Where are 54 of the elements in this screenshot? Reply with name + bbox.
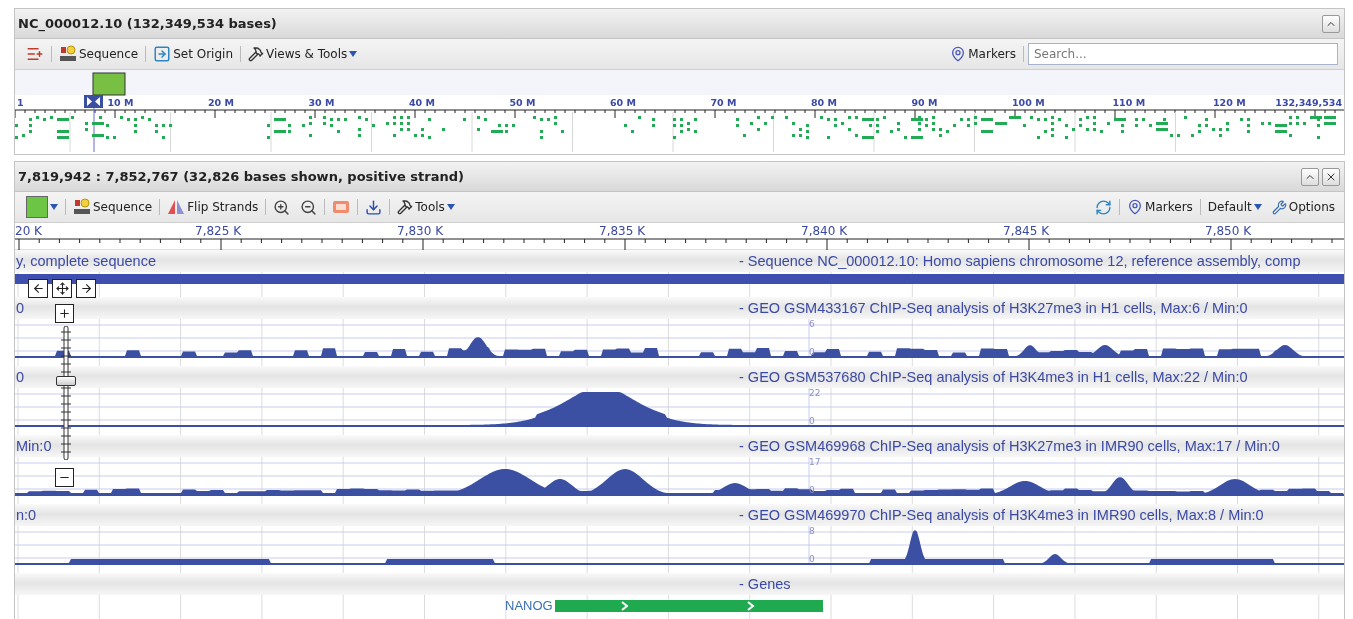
ruler-label: 10 M: [107, 97, 134, 108]
track-label: y, complete sequence: [16, 253, 156, 269]
tools-button[interactable]: Views & Tools: [245, 44, 361, 64]
track-title: - GEO GSM469968 ChIP-Seq analysis of H3K27me3 in IMR90 cells, Max:17 / Min:0: [739, 438, 1280, 454]
track-label: 0: [16, 369, 25, 385]
ruler-label: 100 M: [1012, 97, 1045, 108]
track-label: 0: [16, 300, 25, 316]
ruler-label: 70 M: [710, 97, 737, 108]
track-label: n:0: [16, 507, 37, 523]
axis-max-label: 17: [809, 457, 821, 467]
ruler-label: 30 M: [308, 97, 335, 108]
flip-button[interactable]: Flip Strands: [164, 197, 262, 217]
ruler-label: 7,845 K: [1003, 224, 1050, 238]
ruler-label: 7,840 K: [801, 224, 848, 238]
ruler-label: 60 M: [610, 97, 636, 108]
sequence-button[interactable]: Sequence: [56, 43, 142, 65]
axis-min-label: 0: [809, 554, 815, 564]
track-title: - Genes: [739, 576, 791, 592]
preset-button[interactable]: Default: [1204, 198, 1265, 216]
ruler-label: 7,825 K: [195, 224, 242, 238]
ruler-label: 90 M: [911, 97, 938, 108]
ruler-label: 80 M: [811, 97, 837, 108]
track-title: - GEO GSM469970 ChIP-Seq analysis of H3K4me3 in IMR90 cells, Max:8 / Min:0: [739, 507, 1264, 523]
search-field[interactable]: Search...: [1028, 43, 1338, 65]
axis-max-label: 6: [809, 319, 815, 329]
ruler-label: 20 M: [208, 97, 234, 108]
track-title: - Sequence NC_000012.10: Homo sapiens chromosome 12, reference assembly, comp: [739, 253, 1301, 269]
ruler-label: 7,835 K: [599, 224, 646, 238]
ruler-label: 7,830 K: [397, 224, 444, 238]
gene-name: NANOG: [505, 598, 553, 613]
ruler-label: 7,850 K: [1205, 224, 1252, 238]
markers-button[interactable]: Markers: [1124, 197, 1196, 217]
markers-button[interactable]: Markers: [947, 44, 1019, 64]
ruler-label: 110 M: [1112, 97, 1146, 108]
axis-min-label: 0: [809, 416, 815, 426]
ruler-label: 20 K: [15, 224, 42, 238]
origin-button[interactable]: Set Origin: [150, 43, 236, 65]
axis-max-label: 8: [809, 526, 815, 536]
axis-min-label: 0: [809, 485, 815, 495]
axis-max-label: 22: [809, 388, 821, 398]
ruler-label: 1: [17, 97, 24, 108]
axis-min-label: 0: [809, 347, 815, 357]
track-title: - GEO GSM537680 ChIP-Seq analysis of H3K4me3 in H1 cells, Max:22 / Min:0: [739, 369, 1248, 385]
view-range-title: 7,819,942 : 7,852,767 (32,826 bases shown, positive strand): [18, 169, 464, 184]
sequence-button[interactable]: Sequence: [70, 196, 156, 218]
ruler-label: 40 M: [409, 97, 435, 108]
ruler-label: 50 M: [509, 97, 536, 108]
track-title: - GEO GSM433167 ChIP-Seq analysis of H3K27me3 in H1 cells, Max:6 / Min:0: [739, 300, 1248, 316]
tools-button[interactable]: Tools: [394, 197, 458, 217]
ruler-label: 120 M: [1213, 97, 1246, 108]
track-label: Min:0: [16, 438, 52, 454]
ruler-label: 132,349,534: [1275, 97, 1342, 108]
options-button[interactable]: Options: [1268, 197, 1338, 217]
genome-title: NC_000012.10 (132,349,534 bases): [18, 16, 277, 31]
